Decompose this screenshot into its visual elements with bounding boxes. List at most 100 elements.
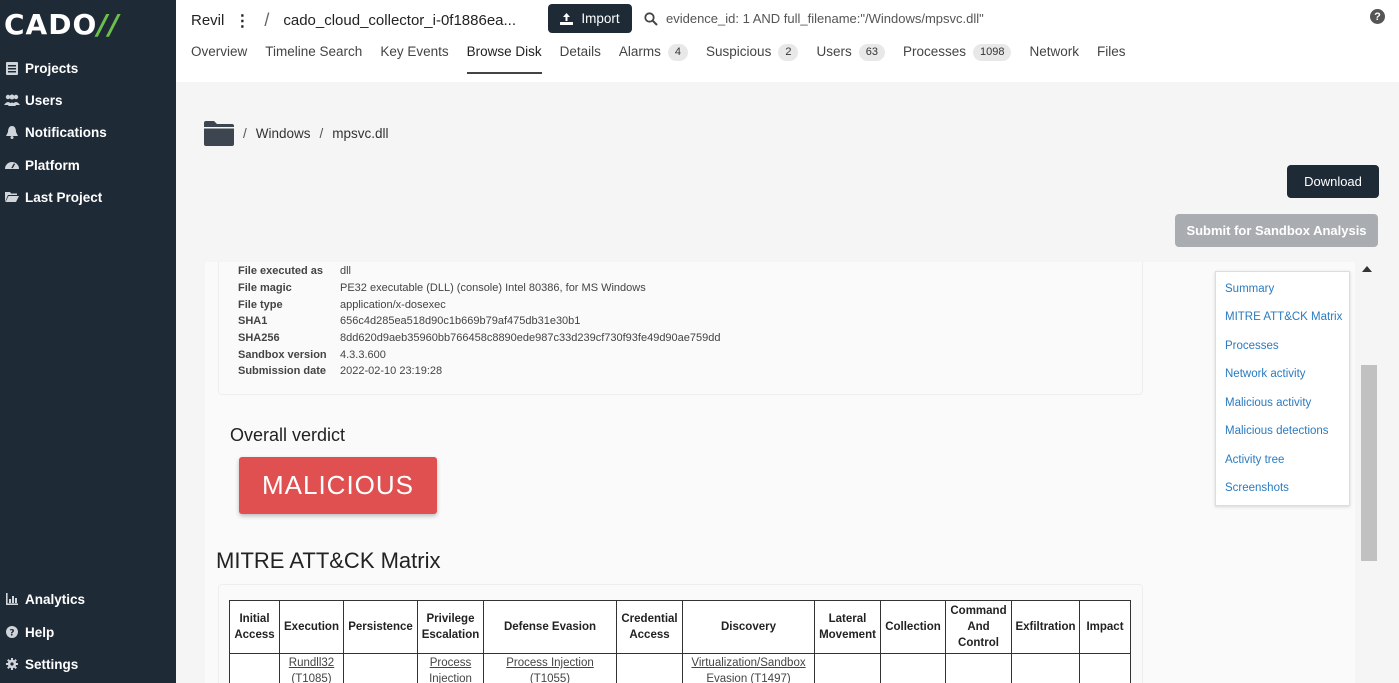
toc-item-malicious-detections[interactable]: Malicious detections (1225, 425, 1329, 437)
tab-overview[interactable]: Overview (191, 44, 247, 74)
tab-alarms[interactable]: Alarms 4 (619, 44, 689, 74)
mitre-matrix-table: Initial Access Execution Persistence Pri… (229, 600, 1131, 683)
help-circle-icon[interactable]: ? (1370, 9, 1385, 24)
technique-link[interactable]: Virtualization/Sandbox Evasion (T1497) (691, 657, 805, 683)
column-header: Collection (880, 600, 946, 654)
info-row: Submission date 2022-02-10 23:19:28 (238, 365, 443, 377)
column-header: Execution (279, 600, 344, 654)
tab-bar: Overview Timeline Search Key Events Brow… (191, 44, 1144, 74)
import-label: Import (581, 11, 620, 26)
table-cell: Rundll32 (T1085) (279, 653, 344, 683)
table-row: Rundll32 (T1085) Process Injection Proce… (229, 653, 1131, 683)
table-cell (1011, 653, 1080, 683)
search-input[interactable] (666, 11, 1306, 26)
gear-icon (4, 657, 20, 671)
table-cell (343, 653, 418, 683)
column-header: Defense Evasion (483, 600, 617, 654)
tab-suspicious[interactable]: Suspicious 2 (706, 44, 799, 74)
scrollbar-thumb[interactable] (1361, 365, 1377, 561)
technique-link[interactable]: Rundll32 (T1085) (289, 657, 334, 683)
table-cell: Virtualization/Sandbox Evasion (T1497) (682, 653, 815, 683)
count-badge: 1098 (973, 44, 1012, 61)
sidebar-item-label: Projects (25, 60, 79, 76)
folder-open-icon (4, 190, 20, 204)
sidebar-item-notifications[interactable]: Notifications (0, 117, 176, 147)
info-row: File executed as dll (238, 265, 352, 277)
list-icon (4, 61, 20, 75)
info-row: Sandbox version 4.3.3.600 (238, 349, 386, 361)
info-row: SHA1 656c4d285ea518d90c1b669b79af475db31e… (238, 315, 581, 327)
toc-item-screenshots[interactable]: Screenshots (1225, 482, 1289, 494)
search-icon (644, 11, 658, 26)
sidebar-item-label: Analytics (25, 591, 86, 607)
table-cell: Process Injection (T1055) (483, 653, 617, 683)
path-segment-windows[interactable]: Windows (256, 126, 311, 141)
scroll-up-arrow[interactable] (1362, 266, 1372, 272)
toc-item-malicious-activity[interactable]: Malicious activity (1225, 397, 1311, 409)
column-header: Command And Control (945, 600, 1012, 654)
sidebar-item-users[interactable]: Users (0, 85, 176, 115)
toc-item-mitre[interactable]: MITRE ATT&CK Matrix (1225, 311, 1342, 323)
table-cell: Process Injection (417, 653, 484, 683)
column-header: Discovery (682, 600, 815, 654)
tab-details[interactable]: Details (560, 44, 601, 74)
tab-key-events[interactable]: Key Events (380, 44, 448, 74)
users-icon (4, 93, 20, 107)
sidebar-item-label: Users (25, 92, 63, 108)
evidence-name[interactable]: cado_cloud_collector_i-0f1886ea... (283, 12, 516, 29)
verdict-label: Overall verdict (230, 425, 346, 445)
info-row: File type application/x-dosexec (238, 299, 446, 311)
technique-link[interactable]: Process Injection (429, 657, 472, 683)
submit-sandbox-button[interactable]: Submit for Sandbox Analysis (1175, 214, 1378, 247)
upload-icon (560, 12, 574, 25)
info-row: SHA256 8dd620d9aeb35960bb766458c8890ede98… (238, 332, 721, 344)
cado-logo[interactable]: CADO// (4, 8, 120, 41)
tab-processes[interactable]: Processes 1098 (903, 44, 1012, 74)
sidebar-item-label: Last Project (25, 189, 103, 205)
count-badge: 63 (858, 44, 885, 61)
sidebar-item-platform[interactable]: Platform (0, 150, 176, 180)
table-cell (945, 653, 1012, 683)
toc-item-summary[interactable]: Summary (1225, 283, 1274, 295)
toc-item-processes[interactable]: Processes (1225, 340, 1279, 352)
toc-item-activity-tree[interactable]: Activity tree (1225, 454, 1284, 466)
sidebar-item-projects[interactable]: Projects (0, 53, 176, 83)
column-header: Persistence (343, 600, 418, 654)
chart-icon (4, 592, 20, 606)
gauge-icon (4, 158, 20, 172)
tab-files[interactable]: Files (1097, 44, 1126, 74)
sidebar-item-label: Notifications (25, 124, 107, 140)
file-info-card: File executed as dll File magic PE32 execu… (218, 262, 1143, 395)
column-header: Privilege Escalation (417, 600, 484, 654)
tab-network[interactable]: Network (1029, 44, 1079, 74)
path-separator: / (243, 126, 247, 141)
project-name[interactable]: Revil (191, 12, 224, 29)
bell-icon (4, 125, 20, 139)
svg-text:?: ? (9, 629, 14, 639)
more-vertical-icon[interactable]: ⋮ (234, 11, 250, 31)
breadcrumb-separator: / (264, 10, 270, 30)
sidebar-item-label: Help (25, 624, 55, 640)
sidebar-item-settings[interactable]: Settings (0, 649, 176, 679)
table-cell (616, 653, 683, 683)
sidebar-item-help[interactable]: ? Help (0, 617, 176, 647)
sidebar-item-analytics[interactable]: Analytics (0, 584, 176, 614)
column-header: Impact (1079, 600, 1131, 654)
sidebar-item-last-project[interactable]: Last Project (0, 182, 176, 212)
folder-icon[interactable] (204, 121, 234, 146)
report-toc: Summary MITRE ATT&CK Matrix Processes Ne… (1215, 271, 1350, 506)
technique-link[interactable]: Process Injection (T1055) (506, 657, 594, 683)
path-separator: / (319, 126, 324, 141)
import-button[interactable]: Import (548, 4, 632, 33)
sidebar-item-label: Settings (25, 656, 79, 672)
sidebar: CADO// Projects Users Notifications Plat… (0, 0, 176, 683)
toc-item-network[interactable]: Network activity (1225, 368, 1306, 380)
download-button[interactable]: Download (1287, 165, 1379, 198)
path-segment-file: mpsvc.dll (332, 126, 389, 141)
tab-users[interactable]: Users 63 (816, 44, 885, 74)
tab-browse-disk[interactable]: Browse Disk (466, 44, 542, 74)
tab-timeline-search[interactable]: Timeline Search (265, 44, 362, 74)
table-cell (1079, 653, 1131, 683)
sandbox-report: File executed as dll File magic PE32 execu… (205, 262, 1355, 683)
column-header: Credential Access (616, 600, 683, 654)
